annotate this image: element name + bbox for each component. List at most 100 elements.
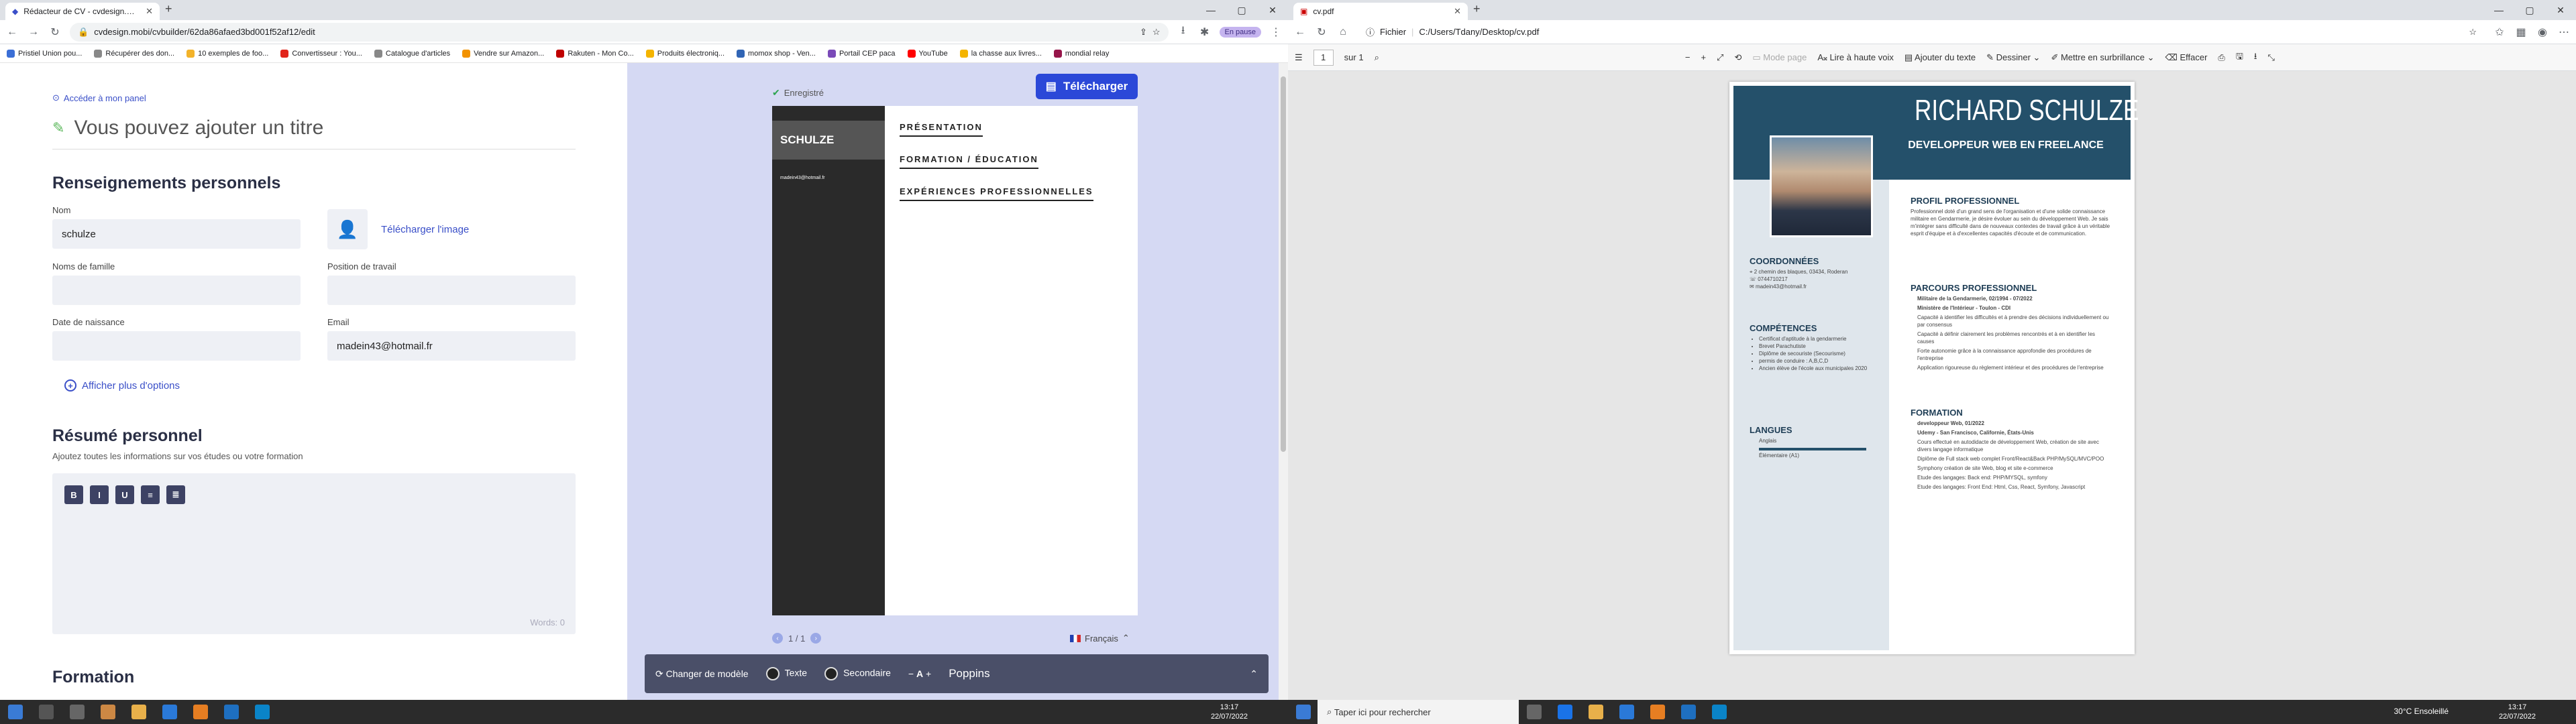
print-icon[interactable]: ⎙ — [2218, 52, 2224, 63]
save-as-icon[interactable]: ⭳ — [2254, 50, 2257, 65]
change-template-button[interactable]: ⟳ Changer de modèle — [655, 668, 749, 680]
search-icon[interactable]: ⌕ — [1375, 52, 1379, 63]
language-selector[interactable]: Français ⌃ — [1070, 633, 1130, 644]
address-bar[interactable]: 🔒 cvdesign.mobi/cvbuilder/62da86afaed3bd… — [70, 22, 1169, 42]
maximize-icon[interactable]: ▢ — [1226, 0, 1257, 20]
close-tab-icon[interactable]: ✕ — [146, 6, 153, 17]
task-view-icon[interactable] — [1527, 705, 1542, 719]
secondary-color-button[interactable]: Secondaire — [824, 667, 891, 680]
mail-icon[interactable] — [224, 705, 239, 719]
ordered-list-button[interactable]: ≡ — [141, 485, 160, 504]
bookmark-item[interactable]: Récupérer des don... — [94, 49, 174, 58]
chevron-up-icon[interactable]: ⌃ — [1250, 668, 1258, 680]
clock[interactable]: 13:17 22/07/2022 — [2499, 703, 2536, 721]
last-name-input[interactable] — [52, 276, 301, 305]
download-icon[interactable]: ⭳ — [1177, 23, 1190, 41]
text-color-button[interactable]: Texte — [765, 667, 807, 680]
italic-button[interactable]: I — [90, 485, 109, 504]
draw-button[interactable]: ✎ Dessiner ⌄ — [1986, 52, 2040, 63]
bookmark-item[interactable]: la chasse aux livres... — [959, 49, 1042, 58]
address-bar[interactable]: ⓘ Fichier | C:/Users/Tdany/Desktop/cv.pd… — [1358, 22, 2485, 42]
read-aloud-button[interactable]: A𝄪 Lire à haute voix — [1817, 52, 1894, 63]
xampp-icon[interactable] — [193, 705, 208, 719]
close-window-icon[interactable]: ✕ — [2545, 0, 2576, 20]
bookmark-item[interactable]: Rakuten - Mon Co... — [556, 49, 634, 58]
star-icon[interactable]: ☆ — [1152, 27, 1161, 38]
new-tab-icon[interactable]: + — [165, 2, 172, 16]
page-number-input[interactable]: 1 — [1313, 49, 1334, 66]
next-page-icon[interactable]: › — [810, 633, 822, 644]
back-icon[interactable]: ← — [1293, 26, 1307, 38]
bookmark-item[interactable]: Convertisseur : You... — [280, 49, 362, 58]
photo-upload[interactable]: 👤 Télécharger l'image — [327, 209, 576, 249]
add-text-button[interactable]: ▤ Ajouter du texte — [1904, 52, 1976, 63]
scroll-thumb[interactable] — [1281, 76, 1286, 452]
fit-page-icon[interactable]: ⤢ — [1717, 52, 1723, 63]
home-icon[interactable]: ⌂ — [1336, 26, 1350, 38]
underline-button[interactable]: U — [115, 485, 134, 504]
bookmark-item[interactable]: Pristiel Union pou... — [7, 49, 82, 58]
prev-page-icon[interactable]: ‹ — [772, 633, 783, 644]
back-icon[interactable]: ← — [5, 26, 19, 38]
chrome-icon[interactable] — [1558, 705, 1572, 719]
close-window-icon[interactable]: ✕ — [1257, 0, 1288, 20]
back-to-panel-link[interactable]: ⊙ Accéder à mon panel — [52, 93, 627, 103]
cv-title-input[interactable]: ✎ Vous pouvez ajouter un titre — [52, 117, 576, 149]
bookmark-item[interactable]: YouTube — [907, 49, 948, 58]
mail-icon[interactable] — [1681, 705, 1696, 719]
share-icon[interactable]: ⇪ — [1140, 27, 1147, 38]
pdf-viewport[interactable]: RICHARD SCHULZE DEVELOPPEUR WEB EN FREEL… — [1288, 71, 2576, 700]
preview-scrollbar[interactable] — [1279, 63, 1288, 700]
app-icon[interactable] — [101, 705, 115, 719]
edge-icon[interactable] — [1712, 705, 1727, 719]
rotate-icon[interactable]: ⟲ — [1734, 52, 1741, 63]
taskbar-search[interactable]: ⌕ Taper ici pour rechercher — [1318, 700, 1519, 724]
extensions-icon[interactable]: ✱ — [1198, 25, 1212, 39]
maximize-icon[interactable]: ▢ — [2514, 0, 2545, 20]
clock[interactable]: 13:17 22/07/2022 — [1211, 703, 1248, 721]
star-icon[interactable]: ☆ — [2469, 27, 2477, 38]
bullet-list-button[interactable]: ≣ — [166, 485, 185, 504]
menu-icon[interactable]: ⋮ — [1269, 25, 1283, 39]
bookmark-item[interactable]: Vendre sur Amazon... — [462, 49, 544, 58]
windows-start-icon[interactable] — [1296, 705, 1311, 719]
zoom-out-icon[interactable]: − — [1685, 52, 1690, 62]
zoom-in-icon[interactable]: + — [1701, 52, 1706, 62]
summary-rich-text-editor[interactable]: B I U ≡ ≣ Words: 0 — [52, 473, 576, 634]
contents-icon[interactable]: ☰ — [1295, 52, 1303, 63]
vscode-icon[interactable] — [162, 705, 177, 719]
minimize-icon[interactable]: — — [1195, 0, 1226, 20]
tab-cvdesign[interactable]: ◆ Rédacteur de CV - cvdesign.mobi ✕ — [5, 3, 160, 20]
bookmark-item[interactable]: Portail CEP paca — [827, 49, 896, 58]
font-size-control[interactable]: − A + — [908, 668, 931, 679]
xampp-icon[interactable] — [1650, 705, 1665, 719]
reload-icon[interactable]: ↻ — [48, 25, 62, 39]
file-explorer-icon[interactable] — [1589, 705, 1603, 719]
task-view-icon[interactable] — [70, 705, 85, 719]
erase-button[interactable]: ⌫ Effacer — [2165, 52, 2207, 63]
profile-icon[interactable]: ◉ — [2536, 25, 2549, 39]
profile-pause-badge[interactable]: En pause — [1219, 26, 1261, 38]
collections-icon[interactable]: ▦ — [2514, 25, 2528, 39]
edge-icon[interactable] — [255, 705, 270, 719]
close-tab-icon[interactable]: ✕ — [1454, 6, 1461, 17]
windows-start-icon[interactable] — [8, 705, 23, 719]
reload-icon[interactable]: ↻ — [1315, 25, 1328, 39]
font-family-selector[interactable]: Poppins — [949, 667, 989, 680]
weather-widget[interactable]: 30°C Ensoleillé — [2394, 707, 2449, 716]
forward-icon[interactable]: → — [27, 26, 40, 38]
bookmark-item[interactable]: momox shop - Ven... — [737, 49, 816, 58]
email-input[interactable]: madein43@hotmail.fr — [327, 331, 576, 361]
save-icon[interactable]: 🖫 — [2236, 50, 2243, 65]
tab-cv-pdf[interactable]: ▣ cv.pdf ✕ — [1293, 3, 1468, 20]
new-tab-icon[interactable]: + — [1473, 2, 1481, 16]
bold-button[interactable]: B — [64, 485, 83, 504]
minimize-icon[interactable]: — — [2483, 0, 2514, 20]
highlight-button[interactable]: ✐ Mettre en surbrillance ⌄ — [2051, 52, 2154, 63]
page-mode-button[interactable]: ▭ Mode page — [1752, 52, 1807, 63]
bookmark-item[interactable]: mondial relay — [1053, 49, 1109, 58]
upload-image-link[interactable]: Télécharger l'image — [381, 224, 469, 235]
bookmark-item[interactable]: Catalogue d'articles — [374, 49, 450, 58]
job-position-input[interactable] — [327, 276, 576, 305]
more-options-button[interactable]: + Afficher plus d'options — [64, 379, 627, 391]
